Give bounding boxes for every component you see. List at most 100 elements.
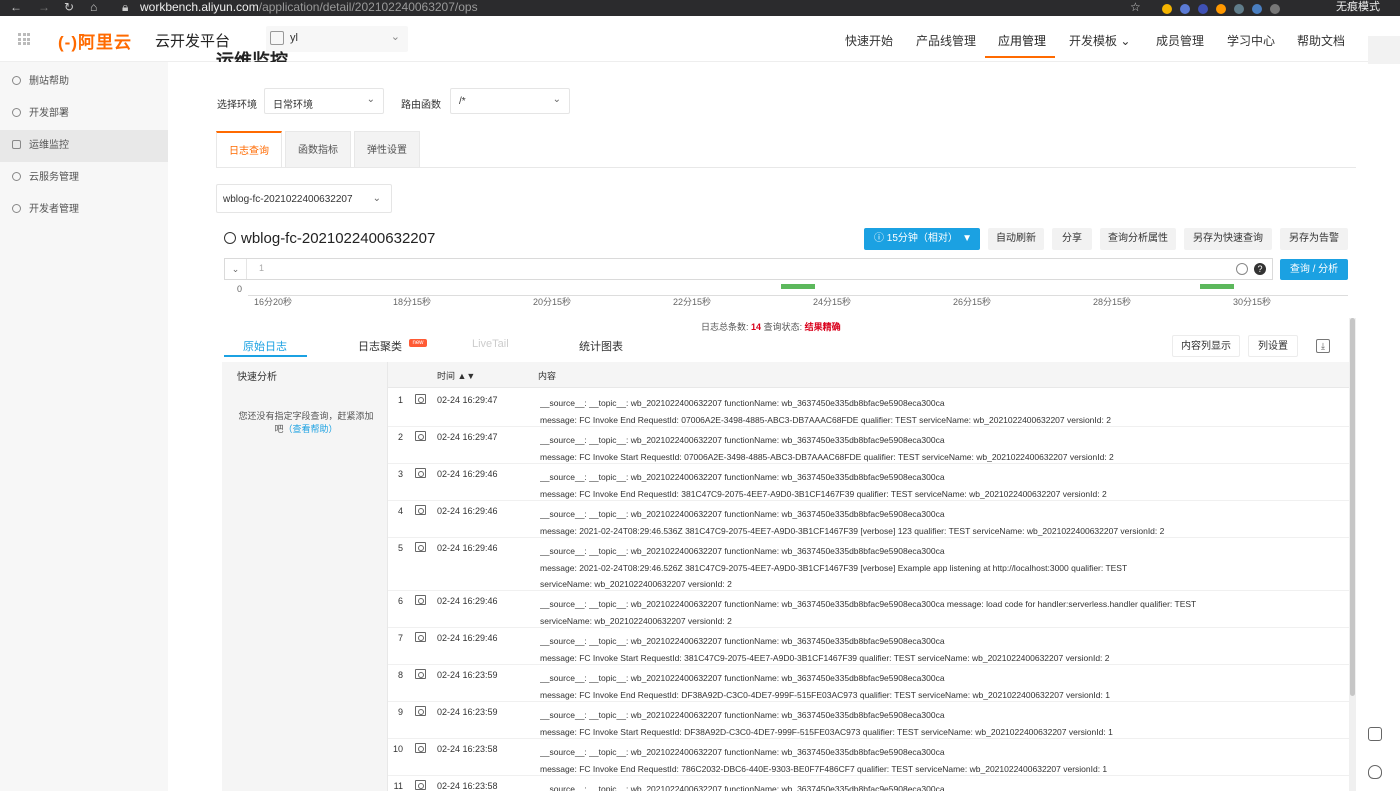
back-icon[interactable]: ← <box>10 0 22 16</box>
nav-members[interactable]: 成员管理 <box>1156 32 1204 49</box>
extension-icon[interactable] <box>1180 4 1190 15</box>
extension-icon[interactable] <box>1234 4 1244 15</box>
query-input[interactable]: ⌄ 1 ? <box>224 258 1273 280</box>
sidebar-item-developers[interactable]: 开发者管理 <box>0 194 168 226</box>
incognito-label[interactable]: 无痕模式 <box>1336 0 1380 16</box>
logstore-select[interactable]: wblog-fc-2021022400632207 ⌄ <box>216 184 392 213</box>
address-bar[interactable]: workbench.aliyun.com/application/detail/… <box>140 0 478 16</box>
table-row: 2 02-24 16:29:47 __source__: __topic__: wb… <box>388 427 1349 464</box>
content-line: message: FC Invoke End RequestId: 786C20… <box>540 763 1108 774</box>
active-subtab-indicator <box>224 355 307 357</box>
content-line: __source__: __topic__: wb_20210224006322… <box>540 599 1197 609</box>
context-view-icon[interactable] <box>415 505 426 515</box>
subtab-livetail[interactable]: LiveTail <box>472 338 509 350</box>
nav-learning[interactable]: 学习中心 <box>1227 32 1275 49</box>
extension-icon[interactable] <box>1270 4 1280 15</box>
sidebar-item-ops-monitor[interactable]: 运维监控 <box>0 130 168 162</box>
histogram-bar[interactable] <box>781 284 815 289</box>
context-view-icon[interactable] <box>415 431 426 441</box>
cloud-icon <box>12 172 21 181</box>
query-properties-button[interactable]: 查询分析属性 <box>1100 228 1176 250</box>
content-line: message: FC Invoke Start RequestId: 381C… <box>540 652 1110 663</box>
content-line: __source__: __topic__: wb_20210224006322… <box>540 710 945 720</box>
feedback-icon[interactable] <box>1368 727 1382 741</box>
chevron-down-icon: ⌄ <box>372 193 381 204</box>
tab-log-query[interactable]: 日志查询 <box>216 131 282 168</box>
help-link[interactable]: （查看帮助） <box>284 424 338 434</box>
context-view-icon[interactable] <box>415 743 426 753</box>
sidebar-item-label: 开发部署 <box>29 108 69 119</box>
bookmark-star-icon[interactable]: ☆ <box>1130 0 1141 16</box>
subtab-log-cluster[interactable]: 日志聚类 <box>358 338 402 354</box>
share-button[interactable]: 分享 <box>1052 228 1092 250</box>
download-icon[interactable]: ⤓ <box>1316 339 1330 353</box>
nav-dev-templates[interactable]: 开发模板 ⌄ <box>1069 32 1130 49</box>
gear-icon[interactable] <box>1236 263 1248 275</box>
content-line: __source__: __topic__: wb_20210224006322… <box>540 435 945 445</box>
nav-quickstart[interactable]: 快速开始 <box>845 32 893 49</box>
sidebar-item-deploy[interactable]: 开发部署 <box>0 98 168 130</box>
context-view-icon[interactable] <box>415 780 426 790</box>
extension-icon[interactable] <box>1198 4 1208 15</box>
table-row: 1 02-24 16:29:47 __source__: __topic__: wb… <box>388 390 1349 427</box>
context-view-icon[interactable] <box>415 595 426 605</box>
nav-app-management[interactable]: 应用管理 <box>998 32 1046 49</box>
table-row: 4 02-24 16:29:46 __source__: __topic__: wb… <box>388 501 1349 538</box>
forward-icon[interactable]: → <box>38 0 50 16</box>
extension-icon[interactable] <box>1162 4 1172 15</box>
scrollbar-thumb[interactable] <box>1350 318 1355 696</box>
query-status-value: 结果精确 <box>804 322 841 332</box>
sidebar-item-cloud-services[interactable]: 云服务管理 <box>0 162 168 194</box>
save-quick-query-button[interactable]: 另存为快速查询 <box>1184 228 1272 250</box>
subtab-raw-logs[interactable]: 原始日志 <box>243 338 287 354</box>
row-time: 02-24 16:29:47 <box>437 432 498 442</box>
context-view-icon[interactable] <box>415 468 426 478</box>
row-content: __source__: __topic__: wb_20210224006322… <box>540 781 1340 791</box>
app-grid-icon[interactable] <box>18 33 30 45</box>
row-number: 5 <box>397 543 403 553</box>
context-view-icon[interactable] <box>415 706 426 716</box>
context-view-icon[interactable] <box>415 632 426 642</box>
logstore-title: wblog-fc-2021022400632207 <box>224 230 435 247</box>
help-icon[interactable]: ? <box>1254 263 1266 275</box>
shield-icon[interactable] <box>1368 765 1382 779</box>
subtab-stats-chart[interactable]: 统计图表 <box>579 338 623 354</box>
row-time: 02-24 16:23:59 <box>437 707 498 717</box>
context-view-icon[interactable] <box>415 542 426 552</box>
row-content: __source__: __topic__: wb_20210224006322… <box>540 469 1340 502</box>
context-view-icon[interactable] <box>415 394 426 404</box>
right-panel-toggle[interactable] <box>1368 36 1400 64</box>
row-number: 6 <box>397 596 403 606</box>
home-icon[interactable]: ⌂ <box>90 0 97 16</box>
row-content: __source__: __topic__: wb_20210224006322… <box>540 543 1340 593</box>
chevron-down-icon[interactable]: ⌄ <box>225 259 247 279</box>
aliyun-logo[interactable]: (-)阿里云 <box>58 28 132 53</box>
top-header: (-)阿里云 云开发平台 yl ⌄ 快速开始 产品线管理 应用管理 开发模板 ⌄… <box>0 16 1400 62</box>
content-column-display-button[interactable]: 内容列显示 <box>1172 335 1240 357</box>
histogram-bar[interactable] <box>1200 284 1234 289</box>
column-header-content: 内容 <box>538 371 557 381</box>
tab-function-metrics[interactable]: 函数指标 <box>285 131 351 168</box>
nav-help-docs[interactable]: 帮助文档 <box>1297 32 1345 49</box>
extension-icon[interactable] <box>1216 4 1226 15</box>
auto-refresh-button[interactable]: 自动刷新 <box>988 228 1044 250</box>
sidebar-item-site-help[interactable]: 删站帮助 <box>0 66 168 98</box>
row-time: 02-24 16:29:46 <box>437 596 498 606</box>
tab-elastic-settings[interactable]: 弹性设置 <box>354 131 420 168</box>
search-analyze-button[interactable]: 查询 / 分析 <box>1280 259 1348 280</box>
route-select[interactable]: /* ⌄ <box>450 88 570 114</box>
row-content: __source__: __topic__: wb_20210224006322… <box>540 506 1340 539</box>
save-alert-button[interactable]: 另存为告警 <box>1280 228 1348 250</box>
context-view-icon[interactable] <box>415 669 426 679</box>
env-select[interactable]: 日常环境 ⌄ <box>264 88 384 114</box>
chevron-down-icon: ⌄ <box>390 31 400 43</box>
column-settings-button[interactable]: 列设置 <box>1248 335 1298 357</box>
nav-product-line[interactable]: 产品线管理 <box>916 32 976 49</box>
time-range-button[interactable]: ⓘ 15分钟（相对） ▼ <box>864 228 980 250</box>
column-header-time[interactable]: 时间 ▲▼ <box>437 369 475 382</box>
row-content: __source__: __topic__: wb_20210224006322… <box>540 395 1340 428</box>
row-time: 02-24 16:29:47 <box>437 395 498 405</box>
extension-icon[interactable] <box>1252 4 1262 15</box>
chevron-down-icon: ⌄ <box>366 94 375 105</box>
reload-icon[interactable]: ↻ <box>64 0 74 16</box>
